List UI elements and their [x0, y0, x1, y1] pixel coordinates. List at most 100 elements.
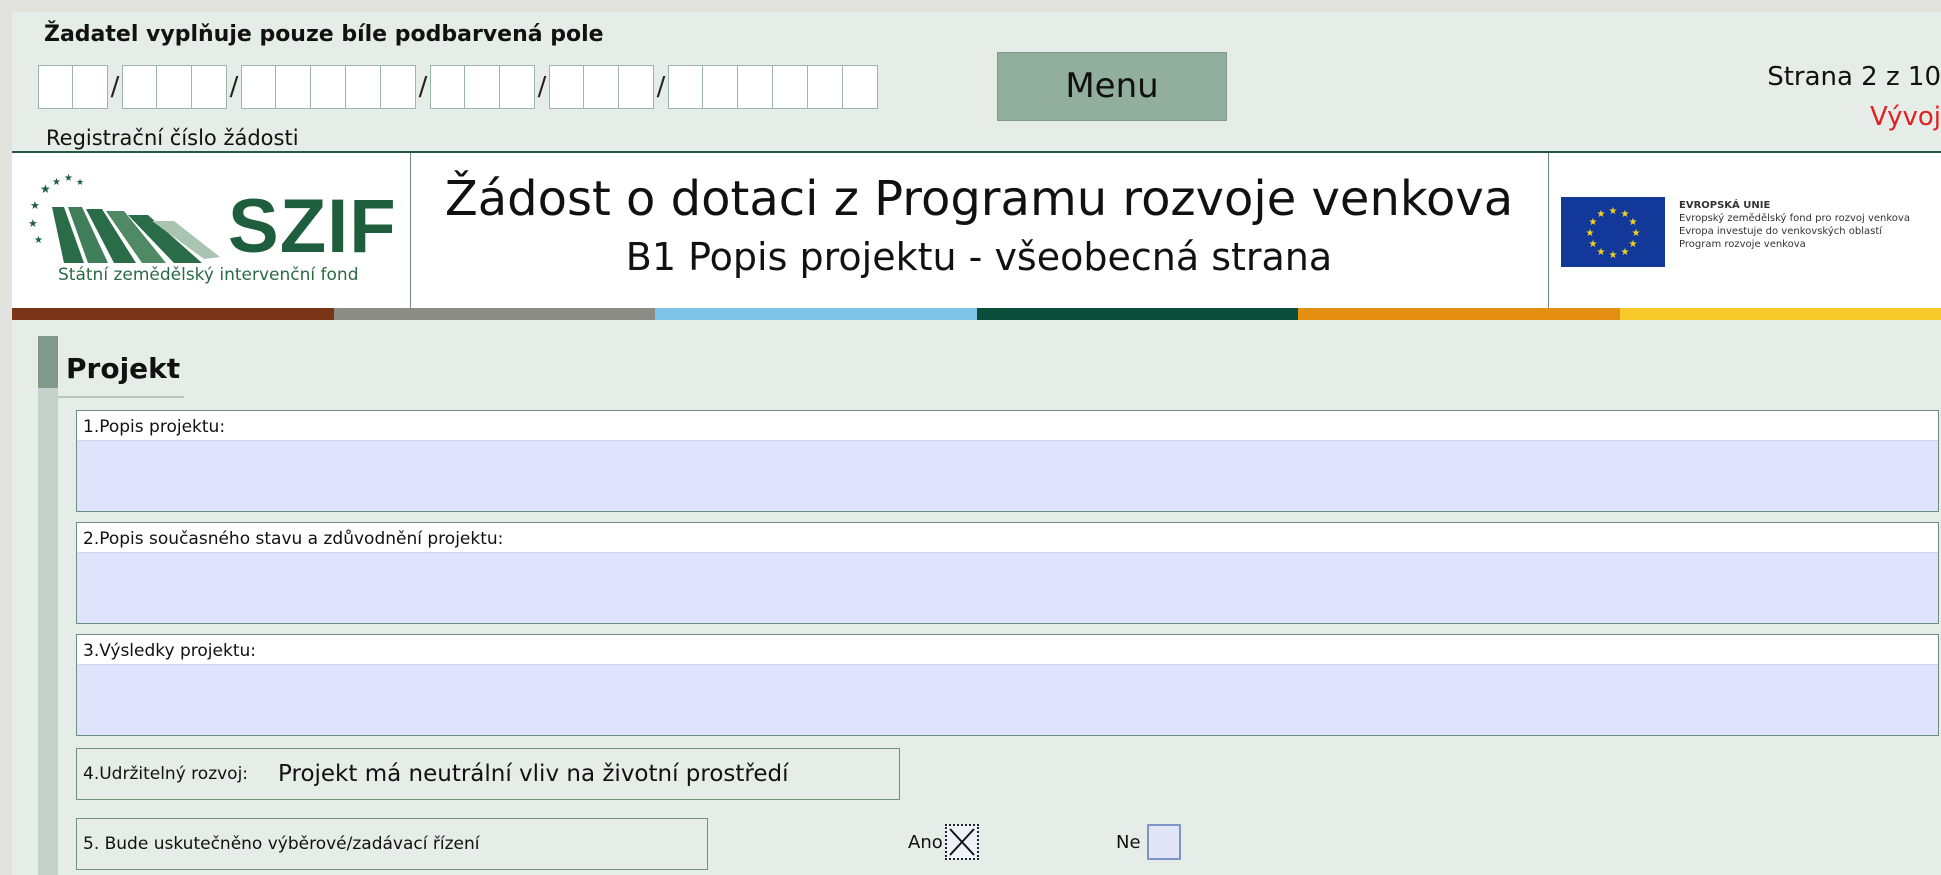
svg-text:★: ★ — [1597, 209, 1606, 220]
registration-digit-input[interactable] — [619, 65, 654, 109]
registration-digit-input[interactable] — [430, 65, 465, 109]
field-label: 2.Popis současného stavu a zdůvodnění pr… — [83, 529, 504, 549]
field-project-results: 3.Výsledky projektu: — [76, 634, 1939, 736]
svg-text:★: ★ — [28, 217, 38, 230]
yes-checkbox[interactable] — [944, 824, 979, 860]
registration-group — [122, 65, 227, 109]
eu-logo: ★ ★ ★ ★ ★ ★ ★ ★ ★ ★ ★ ★ EVROPSKÁ UNIE Ev… — [1548, 153, 1941, 308]
registration-digit-input[interactable] — [311, 65, 346, 109]
page-counter: Strana 2 z 10 — [1767, 62, 1941, 92]
project-description-input[interactable] — [77, 440, 1938, 511]
svg-text:★: ★ — [1629, 239, 1638, 250]
color-strip-segment — [976, 308, 1298, 320]
eu-line-2: Evropa investuje do venkovských oblastí — [1679, 226, 1883, 237]
status-label: Vývoj — [1870, 102, 1941, 132]
tender-yes-option: Ano — [908, 824, 979, 860]
check-x-icon — [948, 828, 975, 856]
field-sustainable-development: 4.Udržitelný rozvoj: Projekt má neutráln… — [76, 748, 900, 800]
szif-logo: ★ ★ ★ ★ ★ ★ ★ SZIF Státní zemědělský int… — [12, 153, 411, 308]
registration-digit-input[interactable] — [703, 65, 738, 109]
eu-line-3: Program rozvoje venkova — [1679, 239, 1806, 250]
svg-text:★: ★ — [30, 199, 40, 212]
registration-digit-input[interactable] — [122, 65, 157, 109]
svg-text:★: ★ — [1621, 247, 1630, 258]
color-strip-segment — [333, 308, 655, 320]
color-strip — [12, 308, 1941, 320]
eu-line-1: Evropský zemědělský fond pro rozvoj venk… — [1679, 213, 1910, 224]
color-strip-segment — [12, 308, 334, 320]
svg-text:★: ★ — [76, 178, 84, 188]
svg-text:★: ★ — [1609, 250, 1618, 261]
registration-group — [430, 65, 535, 109]
registration-number-fields: / / / / / — [38, 64, 878, 110]
section-title: Projekt — [66, 352, 181, 385]
registration-digit-input[interactable] — [465, 65, 500, 109]
color-strip-segment — [1298, 308, 1620, 320]
szif-logo-text: SZIF — [228, 184, 397, 269]
yes-label: Ano — [908, 831, 943, 853]
registration-digit-input[interactable] — [668, 65, 703, 109]
section-side-bar — [38, 336, 58, 875]
current-state-input[interactable] — [77, 552, 1938, 623]
menu-button[interactable]: Menu — [997, 52, 1227, 121]
no-label: Ne — [1116, 831, 1141, 853]
registration-group — [549, 65, 654, 109]
registration-group — [668, 65, 878, 109]
registration-separator: / — [229, 72, 239, 102]
registration-digit-input[interactable] — [73, 65, 108, 109]
registration-separator: / — [537, 72, 547, 102]
registration-separator: / — [110, 72, 120, 102]
form-title: Žádost o dotaci z Programu rozvoje venko… — [411, 153, 1547, 308]
registration-separator: / — [418, 72, 428, 102]
registration-number-label: Registrační číslo žádosti — [46, 126, 299, 150]
registration-group — [38, 65, 108, 109]
section-side-bar-accent — [38, 336, 58, 388]
registration-digit-input[interactable] — [808, 65, 843, 109]
registration-separator: / — [656, 72, 666, 102]
eu-text-block: EVROPSKÁ UNIE Evropský zemědělský fond p… — [1679, 199, 1910, 251]
svg-text:★: ★ — [1632, 228, 1641, 239]
registration-digit-input[interactable] — [38, 65, 73, 109]
color-strip-segment — [1619, 308, 1941, 320]
page-subtitle: B1 Popis projektu - všeobecná strana — [625, 235, 1333, 279]
field-label: 3.Výsledky projektu: — [83, 641, 256, 661]
registration-digit-input[interactable] — [346, 65, 381, 109]
project-results-input[interactable] — [77, 664, 1938, 735]
field-project-description: 1.Popis projektu: — [76, 410, 1939, 512]
field-current-state: 2.Popis současného stavu a zdůvodnění pr… — [76, 522, 1939, 624]
tender-label: 5. Bude uskutečněno výběrové/zadávací ří… — [83, 834, 480, 854]
registration-digit-input[interactable] — [738, 65, 773, 109]
registration-digit-input[interactable] — [500, 65, 535, 109]
sustainable-development-label: 4.Udržitelný rozvoj: — [83, 764, 249, 784]
page-info: Strana 2 z 10 Vývoj — [1701, 62, 1941, 132]
top-header: Žadatel vyplňuje pouze bíle podbarvená p… — [12, 12, 1941, 151]
registration-digit-input[interactable] — [381, 65, 416, 109]
eu-heading: EVROPSKÁ UNIE — [1679, 200, 1771, 211]
field-tender: 5. Bude uskutečněno výběrové/zadávací ří… — [76, 818, 708, 870]
tender-no-option: Ne — [1116, 824, 1181, 860]
sustainable-development-value[interactable]: Projekt má neutrální vliv na životní pro… — [278, 761, 788, 787]
section-title-underline — [58, 396, 184, 398]
svg-text:★: ★ — [52, 177, 61, 188]
color-strip-segment — [655, 308, 977, 320]
svg-text:★: ★ — [1589, 239, 1598, 250]
registration-group — [241, 65, 416, 109]
svg-text:★: ★ — [1597, 247, 1606, 258]
field-label: 1.Popis projektu: — [83, 417, 226, 437]
svg-text:★: ★ — [1609, 206, 1618, 217]
registration-digit-input[interactable] — [192, 65, 227, 109]
svg-text:★: ★ — [40, 182, 51, 196]
no-checkbox[interactable] — [1146, 824, 1181, 860]
registration-digit-input[interactable] — [584, 65, 619, 109]
svg-text:★: ★ — [34, 235, 43, 246]
title-band: ★ ★ ★ ★ ★ ★ ★ SZIF Státní zemědělský int… — [12, 153, 1941, 308]
registration-digit-input[interactable] — [773, 65, 808, 109]
page-title: Žádost o dotaci z Programu rozvoje venko… — [444, 171, 1514, 227]
svg-text:★: ★ — [1586, 228, 1595, 239]
registration-digit-input[interactable] — [241, 65, 276, 109]
szif-logo-subtitle: Státní zemědělský intervenční fond — [58, 265, 359, 285]
registration-digit-input[interactable] — [843, 65, 878, 109]
registration-digit-input[interactable] — [157, 65, 192, 109]
registration-digit-input[interactable] — [549, 65, 584, 109]
registration-digit-input[interactable] — [276, 65, 311, 109]
